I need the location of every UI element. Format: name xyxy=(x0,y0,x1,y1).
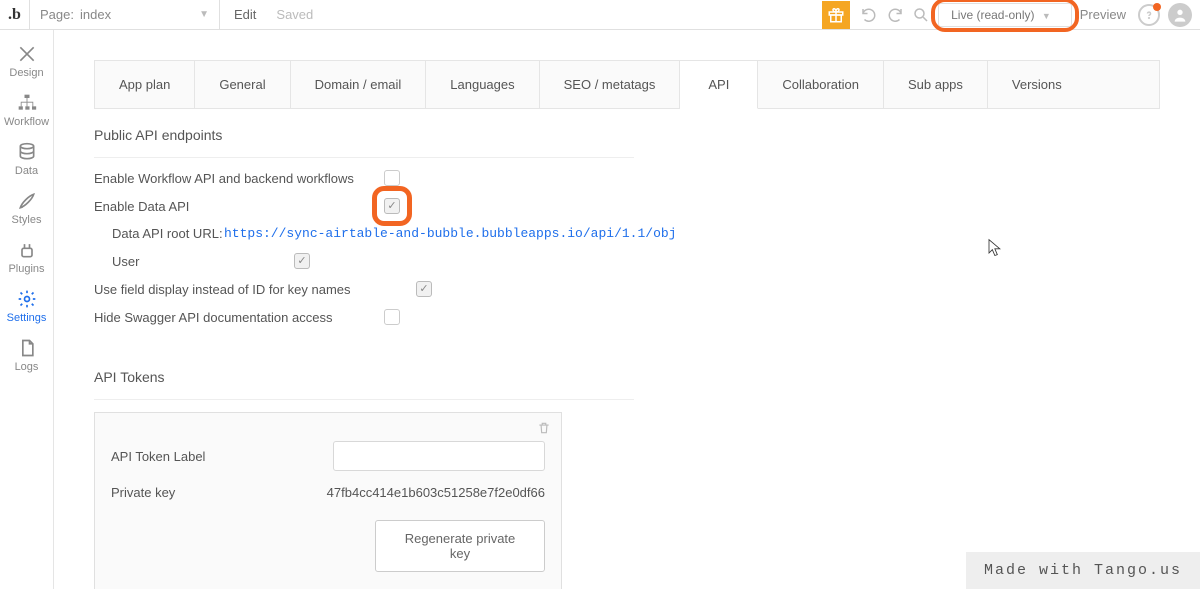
sidenav-workflow[interactable]: Workflow xyxy=(0,85,53,134)
version-dropdown[interactable]: Live (read-only) ▼ xyxy=(938,3,1072,27)
tab-versions[interactable]: Versions xyxy=(988,61,1086,108)
user-icon xyxy=(1172,7,1188,23)
gift-button[interactable] xyxy=(822,1,850,29)
api-token-card: API Token Label Private key 47fb4cc414e1… xyxy=(94,412,562,589)
sidenav-settings[interactable]: Settings xyxy=(0,281,53,330)
version-label: Live (read-only) xyxy=(951,8,1034,22)
label-api-token: API Token Label xyxy=(111,449,333,464)
checkbox-enable-workflow-api[interactable] xyxy=(384,170,400,186)
tab-app-plan[interactable]: App plan xyxy=(95,61,195,108)
sidenav-data[interactable]: Data xyxy=(0,134,53,183)
sidenav-label: Data xyxy=(15,165,38,177)
sidenav-label: Plugins xyxy=(8,263,44,275)
redo-button[interactable] xyxy=(882,0,908,30)
value-data-api-root: https://sync-airtable-and-bubble.bubblea… xyxy=(224,226,676,241)
page-label-prefix: Page: xyxy=(40,7,74,22)
side-nav: Design Workflow Data Styles Plugins xyxy=(0,30,54,589)
checkbox-user-type[interactable] xyxy=(294,253,310,269)
tab-general[interactable]: General xyxy=(195,61,290,108)
sidenav-label: Logs xyxy=(15,361,39,373)
chevron-down-icon: ▼ xyxy=(199,9,209,20)
tab-domain-email[interactable]: Domain / email xyxy=(291,61,427,108)
help-button[interactable] xyxy=(1138,4,1160,26)
styles-icon xyxy=(17,191,37,211)
sidenav-label: Design xyxy=(9,67,43,79)
label-enable-data-api: Enable Data API xyxy=(94,199,384,214)
delete-token-button[interactable] xyxy=(537,421,551,438)
workflow-icon xyxy=(17,93,37,113)
settings-icon xyxy=(17,289,37,309)
search-button[interactable] xyxy=(908,0,934,30)
label-use-field-display: Use field display instead of ID for key … xyxy=(94,282,416,297)
preview-link[interactable]: Preview xyxy=(1076,7,1134,22)
label-enable-workflow-api: Enable Workflow API and backend workflow… xyxy=(94,171,384,186)
sidenav-label: Settings xyxy=(7,312,47,324)
undo-button[interactable] xyxy=(856,0,882,30)
label-data-api-root: Data API root URL: xyxy=(112,226,224,241)
tab-languages[interactable]: Languages xyxy=(426,61,539,108)
divider xyxy=(94,157,634,158)
redo-icon xyxy=(886,6,904,24)
value-private-key: 47fb4cc414e1b603c51258e7f2e0df66 xyxy=(327,485,545,500)
watermark: Made with Tango.us xyxy=(966,552,1200,589)
label-hide-swagger: Hide Swagger API documentation access xyxy=(94,310,384,325)
user-avatar[interactable] xyxy=(1168,3,1192,27)
bubble-logo[interactable]: .b xyxy=(0,0,30,30)
tab-api[interactable]: API xyxy=(680,61,758,109)
sidenav-label: Styles xyxy=(12,214,42,226)
sidenav-label: Workflow xyxy=(4,116,49,128)
label-user-type: User xyxy=(94,254,294,269)
tab-collaboration[interactable]: Collaboration xyxy=(758,61,884,108)
design-icon xyxy=(17,44,37,64)
label-private-key: Private key xyxy=(111,485,327,500)
chevron-down-icon: ▼ xyxy=(1042,11,1051,21)
page-name: index xyxy=(80,7,111,22)
sidenav-plugins[interactable]: Plugins xyxy=(0,232,53,281)
help-icon xyxy=(1143,9,1155,21)
input-api-token-label[interactable] xyxy=(333,441,545,471)
edit-button[interactable]: Edit xyxy=(220,7,270,22)
sidenav-logs[interactable]: Logs xyxy=(0,330,53,379)
tab-seo[interactable]: SEO / metatags xyxy=(540,61,681,108)
trash-icon xyxy=(537,421,551,435)
sidenav-design[interactable]: Design xyxy=(0,36,53,85)
page-selector[interactable]: Page: index ▼ xyxy=(30,0,220,29)
undo-icon xyxy=(860,6,878,24)
checkbox-enable-data-api[interactable] xyxy=(384,198,400,214)
sidenav-styles[interactable]: Styles xyxy=(0,183,53,232)
section-public-api: Public API endpoints xyxy=(94,127,1160,143)
checkbox-hide-swagger[interactable] xyxy=(384,309,400,325)
plugins-icon xyxy=(17,240,37,260)
settings-tabs: App plan General Domain / email Language… xyxy=(94,60,1160,109)
logs-icon xyxy=(17,338,37,358)
divider xyxy=(94,399,634,400)
regenerate-key-button[interactable]: Regenerate private key xyxy=(375,520,545,572)
checkbox-use-field-display[interactable] xyxy=(416,281,432,297)
data-icon xyxy=(17,142,37,162)
search-icon xyxy=(912,6,930,24)
saved-status: Saved xyxy=(270,7,319,22)
gift-icon xyxy=(827,6,845,24)
section-api-tokens: API Tokens xyxy=(94,369,1160,385)
tab-sub-apps[interactable]: Sub apps xyxy=(884,61,988,108)
